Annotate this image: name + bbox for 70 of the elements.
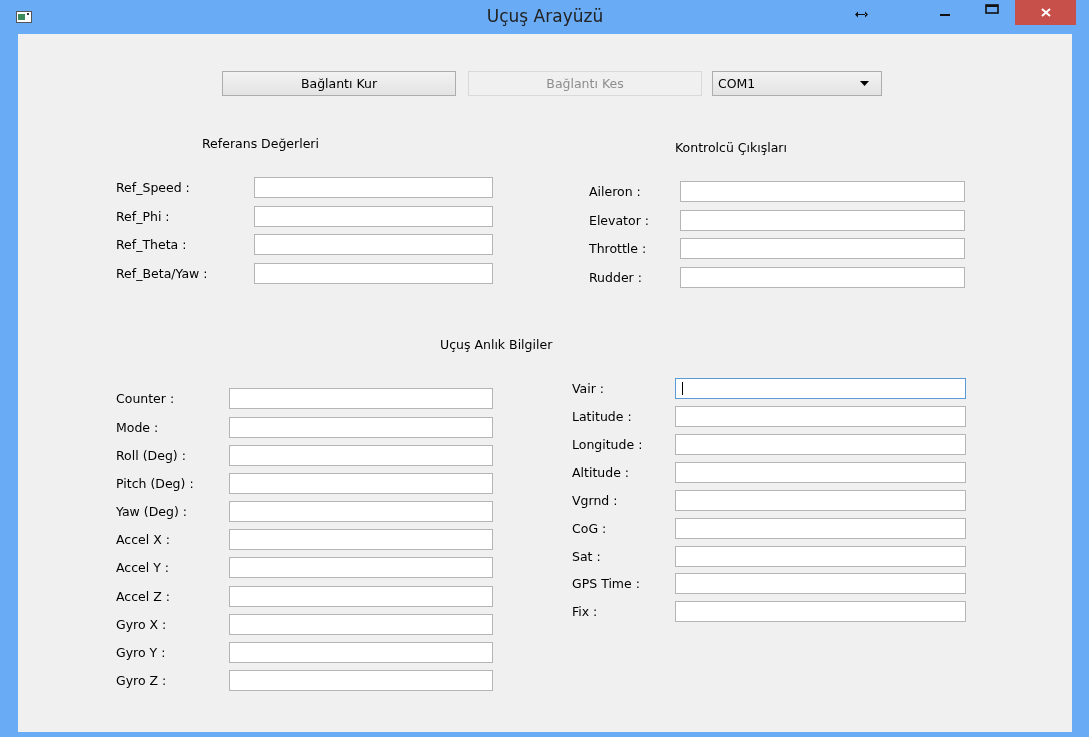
section-heading: Referans Değerleri — [202, 136, 320, 151]
input-field[interactable] — [675, 601, 966, 623]
port-dropdown[interactable]: COM1 — [712, 71, 882, 96]
field-label: Gyro Y : — [116, 645, 167, 661]
input-field[interactable] — [675, 406, 966, 428]
field-label: Rudder : — [589, 269, 643, 285]
close-button[interactable] — [1015, 0, 1076, 25]
field-label: Longitude : — [572, 436, 644, 452]
input-field[interactable] — [675, 489, 966, 511]
input-field[interactable] — [229, 501, 493, 523]
field-label: Accel X : — [116, 532, 171, 548]
field-label: GPS Time : — [572, 576, 641, 592]
push-button[interactable]: Bağlantı Kur — [222, 71, 456, 96]
field-label: Accel Z : — [116, 588, 171, 604]
input-field[interactable] — [680, 266, 965, 288]
input-field[interactable] — [229, 529, 493, 551]
input-field[interactable] — [229, 444, 493, 466]
field-label: Pitch (Deg) : — [116, 475, 195, 491]
input-field[interactable] — [229, 670, 493, 692]
field-label: Vair : — [572, 381, 606, 397]
field-label: Gyro Z : — [116, 673, 168, 689]
input-field[interactable] — [229, 642, 493, 664]
input-field[interactable] — [229, 416, 493, 438]
input-field[interactable] — [254, 176, 493, 198]
field-label: Counter : — [116, 391, 176, 407]
field-label: Altitude : — [572, 464, 631, 480]
field-label: Elevator : — [589, 212, 650, 228]
section-heading: Kontrolcü Çıkışları — [675, 140, 788, 155]
input-field[interactable] — [675, 573, 966, 595]
field-label: Yaw (Deg) : — [116, 504, 188, 520]
input-field[interactable] — [254, 234, 493, 256]
resize-arrows-icon — [855, 11, 868, 18]
field-label: Gyro X : — [116, 616, 168, 632]
input-field[interactable] — [680, 180, 965, 202]
input-field[interactable] — [229, 585, 493, 607]
field-label: Ref_Phi : — [116, 208, 171, 224]
input-field[interactable] — [675, 545, 966, 567]
input-field[interactable] — [680, 238, 965, 260]
field-label: Ref_Theta : — [116, 237, 188, 253]
field-label: Roll (Deg) : — [116, 447, 187, 463]
field-label: CoG : — [572, 520, 608, 536]
input-field[interactable] — [229, 472, 493, 494]
field-label: Ref_Speed : — [116, 179, 191, 195]
input-field[interactable] — [229, 557, 493, 579]
field-label: Aileron : — [589, 183, 642, 199]
dropdown-arrow-icon — [860, 81, 869, 86]
field-label: Mode : — [116, 419, 160, 435]
input-field[interactable] — [229, 613, 493, 635]
window-title: Uçuş Arayüzü — [485, 6, 605, 26]
input-field[interactable] — [675, 378, 966, 400]
close-icon — [1040, 8, 1051, 17]
input-field[interactable] — [675, 433, 966, 455]
field-label: Latitude : — [572, 409, 633, 425]
minimize-icon — [940, 14, 950, 16]
input-field[interactable] — [675, 461, 966, 483]
section-heading: Uçuş Anlık Bilgiler — [440, 336, 554, 352]
field-label: Sat : — [572, 548, 602, 564]
maximize-icon — [985, 4, 999, 14]
field-label: Throttle : — [589, 241, 648, 257]
input-field[interactable] — [680, 209, 965, 231]
input-field[interactable] — [675, 517, 966, 539]
input-field[interactable] — [229, 388, 493, 410]
field-label: Accel Y : — [116, 560, 171, 576]
input-field[interactable] — [254, 262, 493, 284]
field-label: Fix : — [572, 604, 599, 620]
app-icon — [16, 11, 32, 23]
text-cursor — [682, 382, 683, 396]
field-label: Ref_Beta/Yaw : — [116, 265, 209, 281]
field-label: Vgrnd : — [572, 492, 619, 508]
input-field[interactable] — [254, 205, 493, 227]
